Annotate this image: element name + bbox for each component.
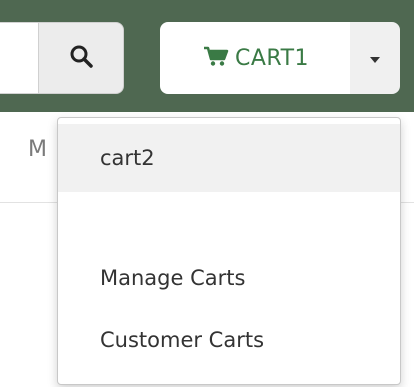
cart-label: CART1 [234, 45, 310, 71]
search-button[interactable] [38, 22, 124, 94]
cart-icon [203, 45, 229, 71]
cart-dropdown-menu: cart2 Manage Carts Customer Carts [57, 117, 401, 385]
cart-dropdown-toggle[interactable] [350, 22, 400, 94]
search-icon [68, 43, 94, 73]
search-input[interactable] [0, 22, 38, 94]
caret-down-icon [369, 49, 381, 68]
nav-item-partial[interactable]: M [28, 137, 47, 162]
menu-item-cart2[interactable]: cart2 [58, 124, 400, 192]
cart-selector-button[interactable]: CART1 [160, 22, 352, 94]
menu-item-customer-carts[interactable]: Customer Carts [58, 320, 400, 360]
header-bar: CART1 [0, 0, 414, 112]
menu-item-manage-carts[interactable]: Manage Carts [58, 258, 400, 298]
